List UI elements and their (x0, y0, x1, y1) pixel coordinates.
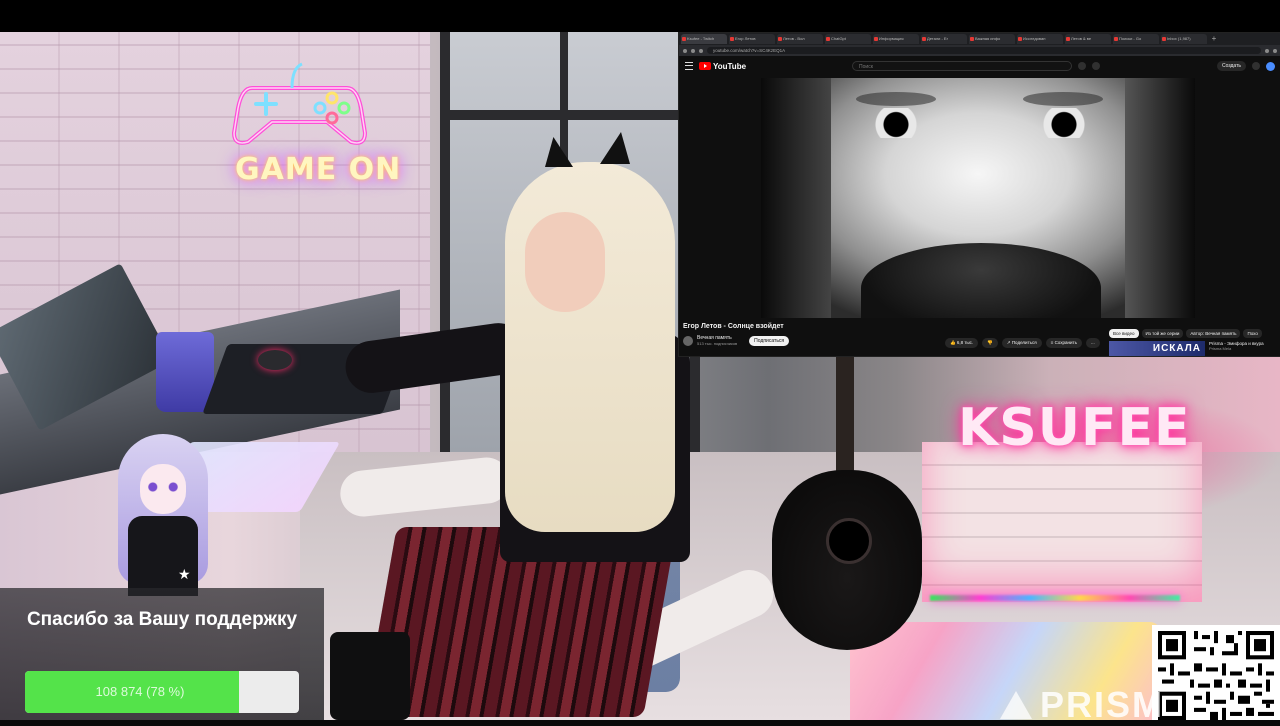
browser-tab[interactable]: Ksufee - Twitch (681, 34, 727, 44)
streamer-hair (505, 162, 675, 532)
donation-message: Спасибо за Вашу поддержку (26, 609, 298, 630)
menu-icon[interactable] (685, 62, 693, 70)
browser-tab[interactable]: Егор Летов (729, 34, 775, 44)
browser-tab[interactable]: Информация (873, 34, 919, 44)
youtube-play-icon (699, 62, 711, 70)
ksufee-neon-sign: KSUFEE (958, 398, 1191, 458)
browser-tab[interactable]: Летов - Вол (777, 34, 823, 44)
cabinet (922, 442, 1202, 602)
forward-icon[interactable] (691, 48, 695, 53)
game-on-neon-sign: GAME ON (235, 152, 402, 187)
browser-tab[interactable]: ChatGpt (825, 34, 871, 44)
like-button[interactable]: 👍 6,8 тыс. (945, 338, 979, 348)
channel-info: Вечная память 513 тыс. подписчиков Подпи… (683, 335, 790, 346)
suggested-thumbnail: ИСКАЛА (1109, 341, 1205, 356)
chip-all[interactable]: Все видео (1109, 329, 1139, 338)
led-strip (930, 595, 1180, 601)
video-player[interactable] (761, 78, 1195, 318)
subscribe-button[interactable]: Подписаться (749, 335, 790, 346)
new-tab-icon[interactable]: + (1209, 34, 1219, 44)
browser-tab[interactable]: Исследован (1017, 34, 1063, 44)
suggested-channel: Prisma Mela (1209, 346, 1232, 351)
channel-avatar[interactable] (683, 335, 693, 346)
acoustic-guitar (772, 350, 922, 650)
leg (330, 632, 410, 720)
chip-similar[interactable]: Похо (1243, 329, 1262, 338)
prism-logo-icon (1000, 691, 1032, 719)
share-button[interactable]: ↗ Поделиться (1001, 338, 1042, 348)
reload-icon[interactable] (699, 48, 703, 53)
save-button[interactable]: ≡ Сохранить (1045, 338, 1082, 348)
anime-mascot: ★ (108, 434, 218, 596)
browser-tab[interactable]: Детали - Ег (921, 34, 967, 44)
donation-amount: 108 874 (78 %) (95, 684, 185, 699)
url-field[interactable]: youtube.com/watch?v=SC4KzEQ1A (707, 47, 1261, 54)
qr-code-icon (1158, 631, 1274, 720)
streamer-face (525, 212, 605, 312)
tab-bar: Ksufee - Twitch Егор Летов Летов - Вол C… (679, 33, 1280, 45)
create-button[interactable]: Создать (1216, 61, 1246, 71)
youtube-header: YouTube Поиск Создать (679, 56, 1280, 76)
youtube-logo[interactable]: YouTube (699, 62, 746, 71)
notifications-icon[interactable] (1252, 62, 1260, 70)
video-actions: 👍 6,8 тыс. 👎 ↗ Поделиться ≡ Сохранить ..… (945, 338, 1100, 348)
suggested-video[interactable]: ИСКАЛА Prisma - Эмифора и вкура Prisma M… (1109, 341, 1269, 356)
browser-tab[interactable]: Поиски - Go (1113, 34, 1159, 44)
browser-window: Ksufee - Twitch Егор Летов Летов - Вол C… (678, 32, 1280, 357)
donation-progress-bar: 108 874 (78 %) (25, 671, 299, 713)
video-title: Егор Летов - Солнце взойдет (683, 323, 784, 330)
extensions-icon[interactable] (1273, 48, 1277, 53)
qr-code[interactable] (1152, 625, 1280, 720)
bookmark-icon[interactable] (1265, 48, 1269, 53)
letterbox-top (0, 0, 1280, 32)
chip-series[interactable]: Из той же серии (1141, 329, 1184, 338)
browser-tab[interactable]: Летов & ве (1065, 34, 1111, 44)
star-icon: ★ (178, 566, 191, 582)
related-chips: Все видео Из той же серии Автор: Вечная … (1109, 329, 1262, 338)
search-input[interactable]: Поиск (852, 61, 1073, 71)
browser-tab[interactable]: Важная инфо (969, 34, 1015, 44)
avatar[interactable] (1266, 61, 1275, 71)
back-icon[interactable] (683, 48, 687, 53)
channel-subscribers: 513 тыс. подписчиков (697, 341, 738, 346)
gamepad-neon-icon (232, 62, 367, 145)
browser-tab[interactable]: Inbox (1,987) (1161, 34, 1207, 44)
purple-cup (156, 332, 214, 412)
address-bar: youtube.com/watch?v=SC4KzEQ1A (679, 45, 1280, 56)
more-button[interactable]: ... (1085, 338, 1100, 348)
microphone-icon[interactable] (1092, 62, 1101, 70)
mouse (258, 350, 292, 370)
chip-author[interactable]: Автор: Вечная память (1186, 329, 1241, 338)
search-icon[interactable] (1078, 62, 1087, 70)
dislike-button[interactable]: 👎 (982, 338, 998, 348)
